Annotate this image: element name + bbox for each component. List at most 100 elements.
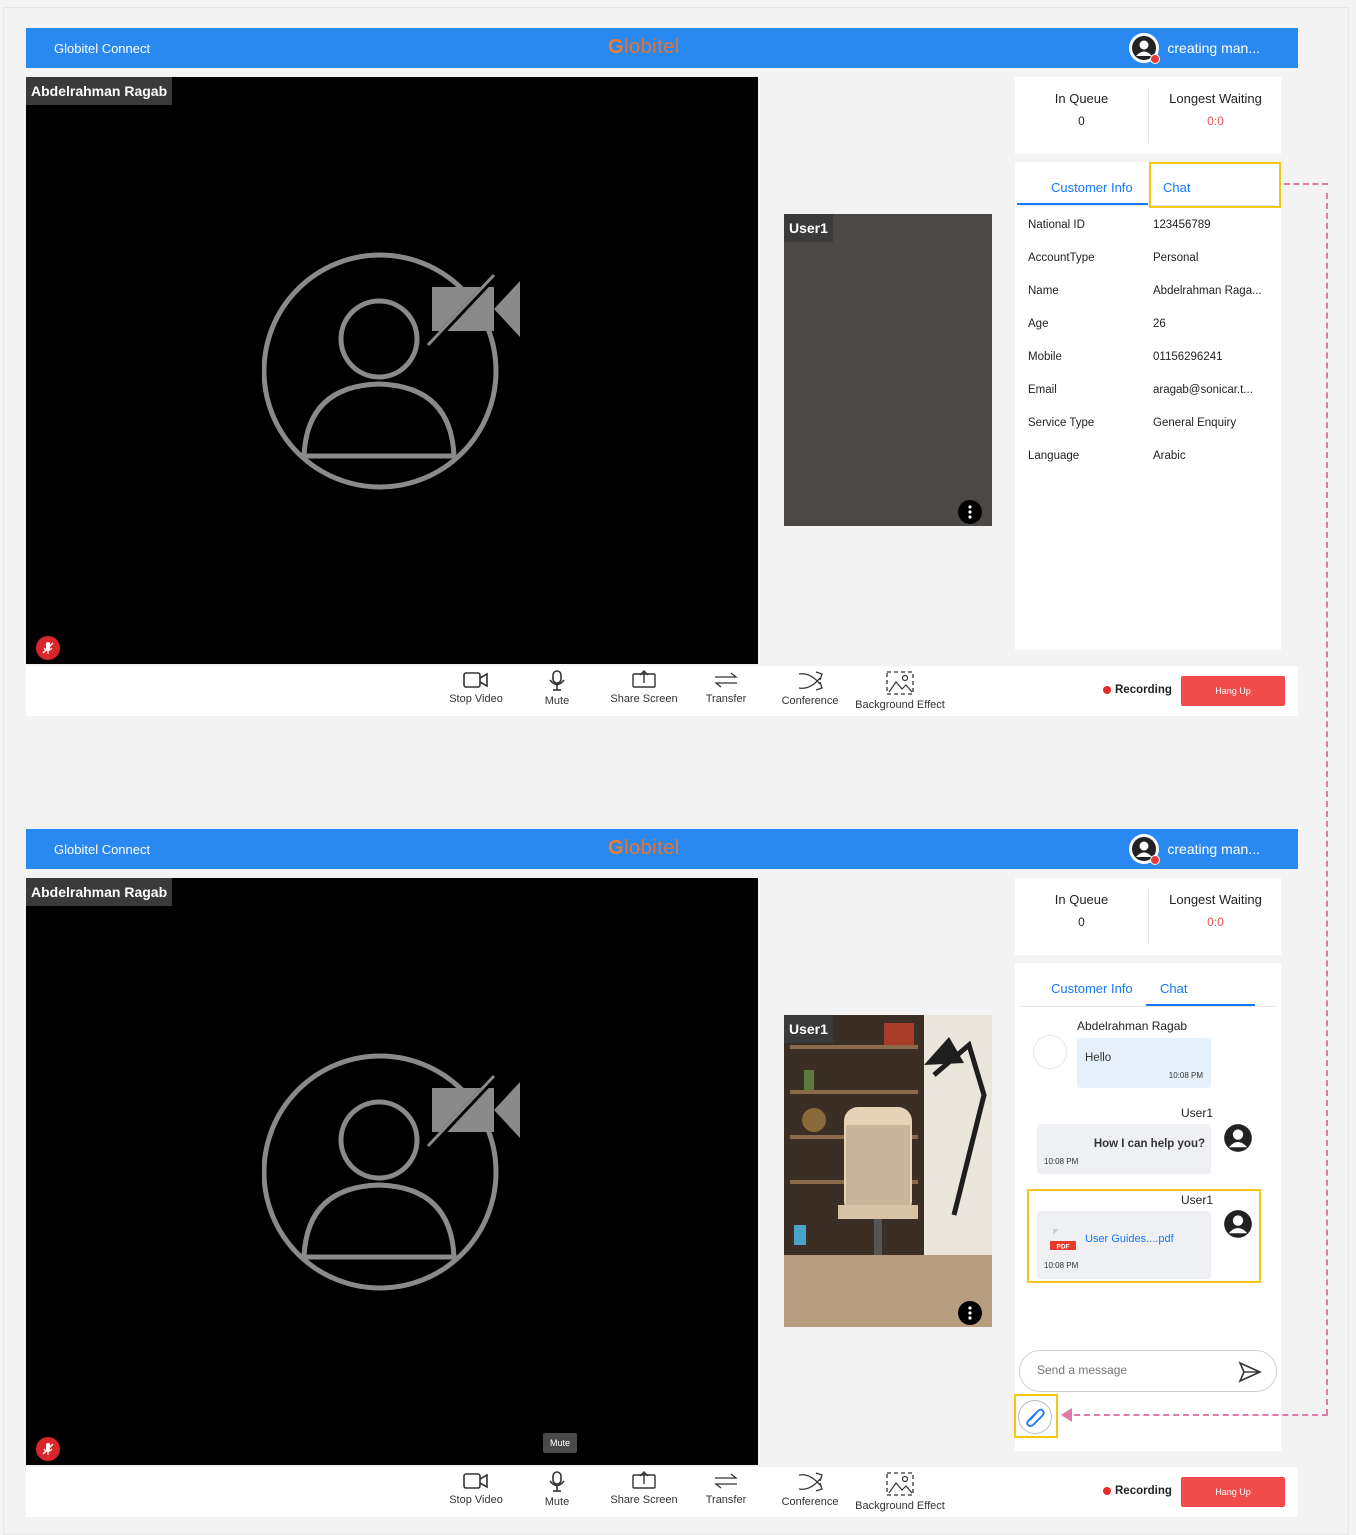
microphone-icon	[549, 670, 565, 691]
chat-tab-highlight	[1149, 162, 1281, 208]
more-options-icon[interactable]	[958, 1301, 982, 1325]
hang-up-button[interactable]: Hang Up	[1181, 676, 1285, 706]
mic-muted-icon	[36, 636, 60, 660]
video-camera-icon	[463, 672, 488, 688]
status-dot	[1150, 855, 1161, 865]
longest-waiting-value: 0:0	[1207, 114, 1224, 128]
conference-icon	[798, 1472, 823, 1492]
share-screen-icon	[632, 1471, 656, 1489]
user-menu[interactable]: creating man...	[1129, 33, 1260, 64]
in-queue-stat: In Queue 0	[1015, 91, 1148, 128]
attach-button-highlight	[1014, 1394, 1058, 1438]
stop-video-button[interactable]: Stop Video	[448, 670, 504, 705]
tab-chat[interactable]: Chat	[1160, 981, 1187, 996]
recording-dot-icon	[1103, 686, 1111, 694]
longest-waiting-stat: Longest Waiting 0:0	[1149, 892, 1282, 929]
message-text: How I can help you?	[1093, 1138, 1205, 1150]
info-row-mobile: Mobile 01156296241	[1028, 351, 1223, 363]
annotation-arrowhead	[1061, 1408, 1072, 1422]
longest-waiting-value: 0:0	[1207, 915, 1224, 929]
active-tab-indicator	[1146, 1004, 1255, 1006]
queue-stats: In Queue 0 Longest Waiting 0:0	[1015, 878, 1281, 955]
in-queue-value: 0	[1078, 915, 1085, 929]
video-off-avatar-icon	[262, 252, 520, 490]
user-avatar-icon	[1222, 1208, 1254, 1240]
background-effect-button[interactable]: Background Effect	[852, 1471, 948, 1512]
chat-sender: User1	[1181, 1193, 1214, 1207]
svg-text:PDF: PDF	[1057, 1244, 1070, 1251]
side-tabs: Customer Info Chat	[1015, 963, 1281, 1009]
avatar	[1129, 834, 1161, 865]
recording-indicator: Recording	[1103, 684, 1172, 696]
participant-name: Abdelrahman Ragab	[26, 878, 173, 906]
share-screen-icon	[632, 670, 656, 688]
message-input-box	[1019, 1350, 1277, 1392]
sender-avatar-image	[1033, 1035, 1067, 1069]
room-background-image	[784, 1015, 992, 1327]
more-options-icon[interactable]	[958, 500, 982, 524]
longest-waiting-label: Longest Waiting	[1169, 892, 1262, 907]
status-dot	[1150, 54, 1161, 64]
mic-muted-icon	[36, 1437, 60, 1461]
background-effect-button[interactable]: Background Effect	[852, 670, 948, 711]
stop-video-button[interactable]: Stop Video	[448, 1471, 504, 1506]
tab-divider	[1021, 1006, 1275, 1007]
tab-customer-info[interactable]: Customer Info	[1051, 981, 1133, 996]
tab-customer-info[interactable]: Customer Info	[1051, 180, 1133, 195]
send-icon[interactable]	[1238, 1361, 1262, 1383]
main-video[interactable]: Abdelrahman Ragab	[26, 878, 758, 1465]
transfer-button[interactable]: Transfer	[703, 670, 749, 705]
conference-button[interactable]: Conference	[779, 1471, 841, 1508]
info-row-email: Email aragab@sonicar.t...	[1028, 384, 1253, 396]
app-name: Globitel Connect	[54, 842, 151, 857]
user-menu[interactable]: creating man...	[1129, 834, 1260, 865]
transfer-button[interactable]: Transfer	[703, 1471, 749, 1506]
longest-waiting-label: Longest Waiting	[1169, 91, 1262, 106]
participant-tile[interactable]: User1	[784, 214, 992, 526]
chat-message-outgoing: How I can help you? 10:08 PM	[1037, 1124, 1211, 1174]
mute-button[interactable]: Mute	[539, 670, 575, 707]
app-name: Globitel Connect	[54, 41, 151, 56]
globitel-logo: Globitel	[608, 837, 680, 859]
info-row-name: Name Abdelrahman Raga...	[1028, 285, 1262, 297]
queue-stats: In Queue 0 Longest Waiting 0:0	[1015, 77, 1281, 154]
share-screen-button[interactable]: Share Screen	[609, 1471, 679, 1506]
info-row-national-id: National ID 123456789	[1028, 219, 1211, 231]
in-queue-stat: In Queue 0	[1015, 892, 1148, 929]
video-camera-icon	[463, 1473, 488, 1489]
side-panel: Customer Info Chat National ID 123456789 …	[1015, 162, 1281, 650]
transfer-arrows-icon	[714, 1473, 738, 1489]
participant-name: Abdelrahman Ragab	[26, 77, 173, 105]
microphone-icon	[549, 1471, 565, 1492]
conference-icon	[798, 671, 823, 691]
video-off-avatar-icon	[262, 1053, 520, 1291]
file-link[interactable]: User Guides....pdf	[1085, 1233, 1174, 1245]
in-queue-label: In Queue	[1054, 91, 1109, 106]
info-row-language: Language Arabic	[1028, 450, 1186, 462]
pdf-file-icon: PDF	[1050, 1229, 1076, 1251]
main-video[interactable]: Abdelrahman Ragab	[26, 77, 758, 664]
side-panel: Customer Info Chat Abdelrahman Ragab Hel…	[1014, 963, 1281, 1451]
recording-indicator: Recording	[1103, 1485, 1172, 1497]
call-toolbar: Stop Video Mute Share Screen Transfer Co…	[26, 666, 1298, 716]
longest-waiting-stat: Longest Waiting 0:0	[1149, 91, 1282, 128]
chat-sender: Abdelrahman Ragab	[1077, 1019, 1188, 1033]
participant-name: User1	[784, 214, 833, 242]
background-effect-icon	[886, 671, 914, 695]
conference-button[interactable]: Conference	[779, 670, 841, 707]
username: creating man...	[1167, 40, 1260, 56]
hang-up-button[interactable]: Hang Up	[1181, 1477, 1285, 1507]
active-tab-indicator	[1017, 203, 1148, 205]
recording-dot-icon	[1103, 1487, 1111, 1495]
annotation-connector	[1326, 193, 1328, 1415]
share-screen-button[interactable]: Share Screen	[609, 670, 679, 705]
mute-tooltip: Mute	[543, 1433, 578, 1453]
user-avatar-icon	[1222, 1122, 1254, 1154]
globitel-logo: Globitel	[608, 36, 680, 58]
mute-button[interactable]: Mute	[539, 1471, 575, 1508]
avatar	[1129, 33, 1161, 64]
username: creating man...	[1167, 841, 1260, 857]
participant-tile[interactable]: User1	[784, 1015, 992, 1327]
message-input[interactable]	[1037, 1363, 1217, 1377]
chat-message-incoming: Hello 10:08 PM	[1077, 1038, 1211, 1088]
